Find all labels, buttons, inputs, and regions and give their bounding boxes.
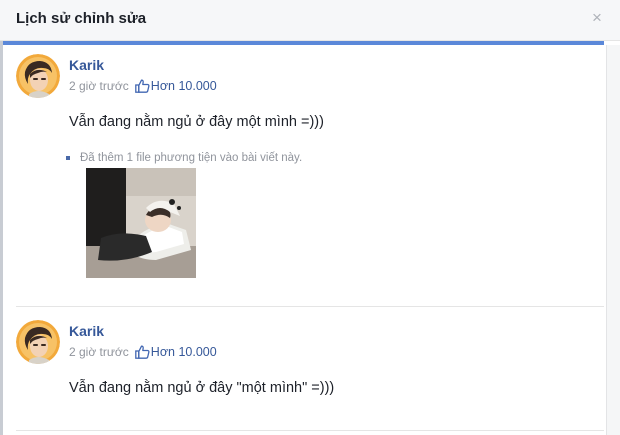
dialog-header: Lịch sử chỉnh sửa × <box>0 0 620 41</box>
scrollbar[interactable] <box>606 45 620 435</box>
dialog-title: Lịch sử chỉnh sửa <box>16 10 147 27</box>
timestamp[interactable]: 2 giờ trước <box>69 79 129 93</box>
like-icon <box>134 345 150 359</box>
post-meta: 2 giờ trước Hơn 10.000 <box>69 345 217 359</box>
divider <box>16 306 604 307</box>
edit-history-dialog: Lịch sử chỉnh sửa × Karik 2 giờ trước Hơ… <box>0 0 620 435</box>
attached-photo[interactable] <box>86 168 196 278</box>
bullet-icon <box>66 156 70 160</box>
post-text: Vẫn đang nằm ngủ ở đây một mình =))) <box>69 114 324 130</box>
timestamp[interactable]: 2 giờ trước <box>69 345 129 359</box>
divider <box>16 430 604 431</box>
post-text: Vẫn đang nằm ngủ ở đây "một mình" =))) <box>69 380 335 396</box>
close-icon[interactable]: × <box>588 9 606 27</box>
like-count[interactable]: Hơn 10.000 <box>151 79 217 93</box>
post-meta: 2 giờ trước Hơn 10.000 <box>69 79 217 93</box>
change-note-text: Đã thêm 1 file phương tiện vào bài viết … <box>80 152 303 164</box>
like-count[interactable]: Hơn 10.000 <box>151 345 217 359</box>
dialog-left-edge <box>0 0 3 435</box>
author-name[interactable]: Karik <box>69 57 104 73</box>
author-name[interactable]: Karik <box>69 323 104 339</box>
like-icon <box>134 79 150 93</box>
header-accent-bar <box>3 41 604 45</box>
change-note: Đã thêm 1 file phương tiện vào bài viết … <box>66 152 302 164</box>
avatar[interactable] <box>16 320 60 364</box>
avatar[interactable] <box>16 54 60 98</box>
